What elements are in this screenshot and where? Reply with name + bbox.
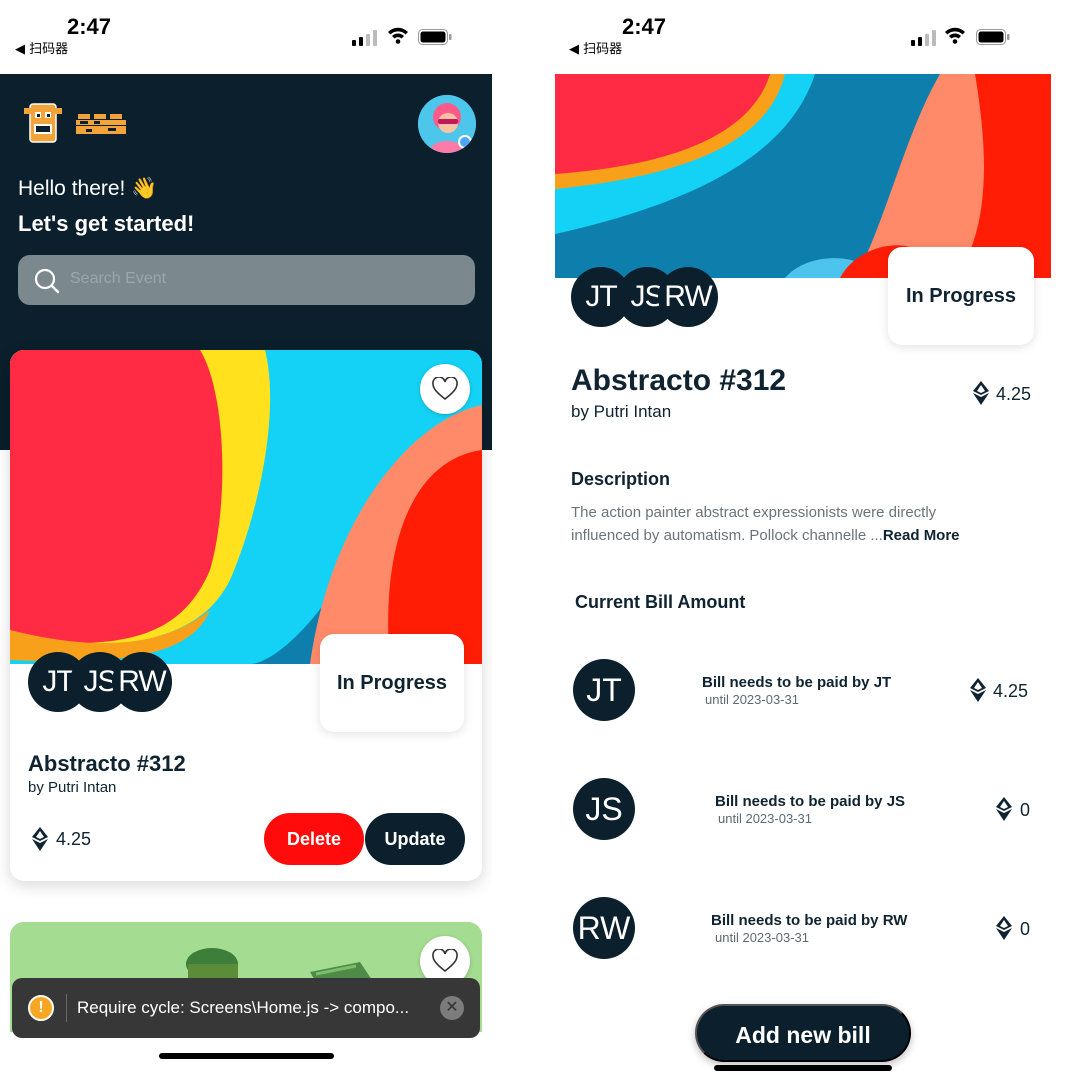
bill-title: Bill needs to be paid by JS <box>715 793 906 810</box>
wifi-icon <box>388 27 408 44</box>
cellular-signal-icon <box>911 30 936 46</box>
wifi-icon <box>945 27 965 44</box>
bill-due-date: until 2023-03-31 <box>715 930 809 945</box>
description-text: The action painter abstract expressionis… <box>571 501 1001 547</box>
event-detail-screen: 2:47 ◀ 扫码器 JT JS RW In Progress Abstract… <box>555 0 1080 1080</box>
delete-button[interactable]: Delete <box>264 813 364 865</box>
event-author: by Putri Intan <box>571 402 672 421</box>
warning-toast[interactable]: ! Require cycle: Screens\Home.js -> comp… <box>12 978 480 1038</box>
search-input[interactable]: Search Event <box>70 270 166 288</box>
member-avatar: RW <box>658 267 718 327</box>
event-artwork <box>10 350 482 664</box>
bill-amount: 0 <box>1020 800 1031 820</box>
status-badge-text: In Progress <box>336 672 448 694</box>
back-to-app-link[interactable]: ◀ 扫码器 <box>15 38 68 57</box>
event-card[interactable]: JT JS RW In Progress Abstracto #312 by P… <box>10 350 482 881</box>
status-badge: In Progress <box>320 634 464 732</box>
heart-icon <box>432 377 458 401</box>
bill-avatar: RW <box>573 897 635 959</box>
greeting-subtitle: Let's get started! <box>18 211 195 236</box>
ethereum-icon <box>996 916 1012 940</box>
current-bill-heading: Current Bill Amount <box>575 592 746 612</box>
ethereum-icon <box>996 797 1012 821</box>
status-bar: 2:47 ◀ 扫码器 <box>555 0 1080 74</box>
event-author: by Putri Intan <box>28 779 117 796</box>
bill-amount: 0 <box>1020 919 1031 939</box>
ethereum-icon <box>973 381 989 405</box>
status-time: 2:47 <box>67 14 112 39</box>
status-time: 2:47 <box>622 14 667 39</box>
home-indicator[interactable] <box>714 1065 892 1071</box>
back-to-app-link[interactable]: ◀ 扫码器 <box>569 38 622 57</box>
ethereum-icon <box>970 678 986 702</box>
bill-row[interactable]: RW Bill needs to be paid by RW until 202… <box>555 897 1051 961</box>
description-body: The action painter abstract expressionis… <box>571 504 937 544</box>
ethereum-icon <box>32 827 48 851</box>
bill-avatar: JT <box>573 659 635 721</box>
favorite-button[interactable] <box>420 364 470 414</box>
status-badge-text: In Progress <box>905 285 1017 307</box>
bill-avatar: JS <box>573 778 635 840</box>
bill-row[interactable]: JS Bill needs to be paid by JS until 202… <box>555 778 1051 842</box>
member-avatar: RW <box>112 652 172 712</box>
search-icon <box>34 268 60 294</box>
read-more-link[interactable]: Read More <box>883 527 960 544</box>
bill-amount: 4.25 <box>993 681 1029 701</box>
cellular-signal-icon <box>352 30 377 46</box>
status-bar: 2:47 ◀ 扫码器 <box>0 0 492 74</box>
home-screen: 2:47 ◀ 扫码器 Hello there! 👋 Let's get star… <box>0 0 492 1080</box>
bill-row[interactable]: JT Bill needs to be paid by JT until 202… <box>555 659 1051 723</box>
description-heading: Description <box>571 469 671 489</box>
event-amount: 4.25 <box>56 829 92 849</box>
warning-icon: ! <box>28 995 54 1021</box>
heart-icon <box>432 949 458 973</box>
bill-title: Bill needs to be paid by JT <box>702 674 892 691</box>
update-button[interactable]: Update <box>365 813 465 865</box>
search-bar[interactable]: Search Event <box>18 255 475 305</box>
add-new-bill-button[interactable]: Add new bill <box>695 1004 911 1062</box>
status-badge: In Progress <box>888 247 1034 345</box>
battery-icon <box>418 29 452 45</box>
bill-split-logo <box>24 103 126 143</box>
toast-divider <box>66 994 67 1022</box>
bill-due-date: until 2023-03-31 <box>718 811 812 826</box>
profile-avatar[interactable] <box>418 95 476 153</box>
event-title: Abstracto #312 <box>28 751 186 776</box>
toast-message: Require cycle: Screens\Home.js -> compo.… <box>77 998 410 1017</box>
close-icon[interactable]: ✕ <box>440 996 464 1020</box>
bill-title: Bill needs to be paid by RW <box>711 912 908 929</box>
bill-due-date: until 2023-03-31 <box>705 692 799 707</box>
greeting-text: Hello there! 👋 <box>18 177 158 200</box>
home-indicator[interactable] <box>159 1053 334 1059</box>
event-amount: 4.25 <box>996 384 1032 404</box>
event-title: Abstracto #312 <box>571 364 787 397</box>
battery-icon <box>976 29 1010 45</box>
